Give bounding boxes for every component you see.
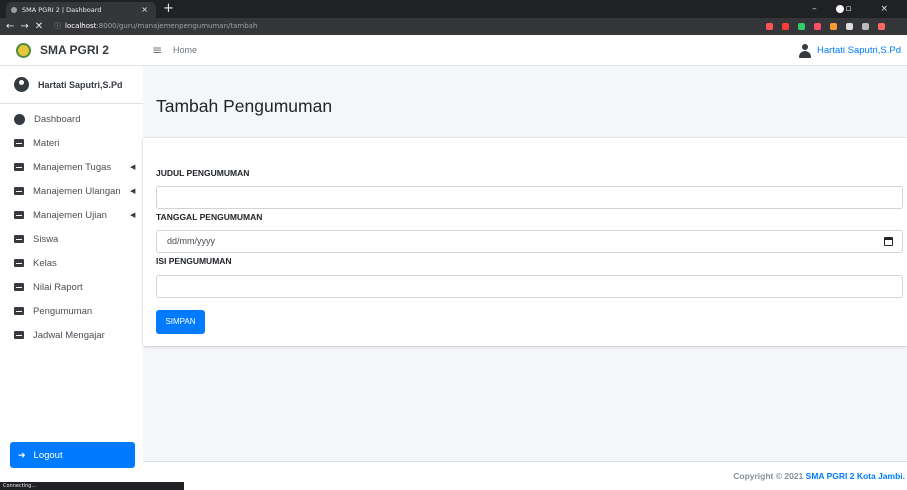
school-link[interactable]: SMA PGRI 2 Kota Jambi. <box>806 471 905 481</box>
sidebar-item-manajemen-tugas[interactable]: Manajemen Tugas ◀ <box>0 155 143 179</box>
browser-tab-strip: SMA PGRI 2 | Dashboard × + – ▫ × <box>0 0 907 18</box>
date-placeholder: dd/mm/yyyy <box>167 236 216 246</box>
form-card: JUDUL PENGUMUMAN TANGGAL PENGUMUMAN dd/m… <box>143 138 907 346</box>
isi-input[interactable] <box>156 275 903 298</box>
extension-icon[interactable] <box>798 23 805 30</box>
home-link[interactable]: Home <box>173 35 197 66</box>
chevron-left-icon: ◀ <box>130 212 136 219</box>
school-logo-icon <box>16 42 31 58</box>
sidebar-item-manajemen-ulangan[interactable]: Manajemen Ulangan ◀ <box>0 179 143 203</box>
top-navbar: ≡ Home Hartati Saputri,S.Pd <box>143 35 907 66</box>
brand-link[interactable]: SMA PGRI 2 <box>0 35 143 66</box>
footer: Copyright © 2021 SMA PGRI 2 Kota Jambi. <box>143 461 907 490</box>
sidebar-item-label: Manajemen Ujian <box>33 209 107 221</box>
site-info-icon[interactable]: ⓘ <box>54 22 61 30</box>
user-icon <box>799 43 812 58</box>
brand-text: SMA PGRI 2 <box>40 43 109 57</box>
sidebar-item-label: Manajemen Ulangan <box>33 185 121 197</box>
extension-icon[interactable] <box>814 23 821 30</box>
sidebar-item-label: Manajemen Tugas <box>33 161 112 173</box>
extension-icon[interactable] <box>878 23 885 30</box>
dashboard-icon <box>14 113 25 125</box>
book-icon <box>14 235 24 243</box>
book-icon <box>14 211 24 219</box>
sidebar-item-label: Kelas <box>33 257 57 269</box>
book-icon <box>14 163 24 171</box>
browser-status-bar: Connecting... <box>0 482 184 490</box>
extension-icon[interactable] <box>830 23 837 30</box>
copyright-prefix: Copyright © 2021 <box>733 471 806 481</box>
sidebar-item-label: Dashboard <box>34 113 81 125</box>
calendar-icon[interactable] <box>884 237 893 246</box>
book-icon <box>14 259 24 267</box>
browser-tab[interactable]: SMA PGRI 2 | Dashboard × <box>6 2 156 18</box>
sidebar-menu: Dashboard Materi Manajemen Tugas ◀ Manaj… <box>0 107 143 347</box>
book-icon <box>14 283 24 291</box>
judul-input[interactable] <box>156 186 903 209</box>
user-avatar-icon <box>14 77 29 92</box>
tanggal-label: TANGGAL PENGUMUMAN <box>156 212 263 222</box>
content-header: Tambah Pengumuman <box>143 66 907 128</box>
reading-list-icon[interactable] <box>862 23 869 30</box>
sidebar-item-jadwal-mengajar[interactable]: Jadwal Mengajar <box>0 323 143 347</box>
url-path: :8000/guru/manajemenpengumuman/tambah <box>96 22 258 30</box>
tanggal-date-input[interactable]: dd/mm/yyyy <box>156 230 903 253</box>
hamburger-menu-icon[interactable]: ≡ <box>152 43 162 57</box>
extensions-puzzle-icon[interactable] <box>846 23 853 30</box>
browser-nav-buttons[interactable]: ←→✕ <box>6 18 49 35</box>
logout-label: Logout <box>33 449 63 461</box>
sidebar-user-name: Hartati Saputri,S.Pd <box>38 79 123 90</box>
sidebar-item-nilai-raport[interactable]: Nilai Raport <box>0 275 143 299</box>
sidebar-item-materi[interactable]: Materi <box>0 131 143 155</box>
simpan-button[interactable]: SIMPAN <box>156 310 205 334</box>
address-bar[interactable]: ⓘ localhost:8000/guru/manajemenpengumuman… <box>54 19 554 33</box>
judul-label: JUDUL PENGUMUMAN <box>156 168 250 178</box>
copyright-text: Copyright © 2021 SMA PGRI 2 Kota Jambi. <box>733 471 905 481</box>
logout-button[interactable]: ➜ Logout <box>10 442 135 468</box>
navbar-user-menu[interactable]: Hartati Saputri,S.Pd <box>799 35 901 66</box>
sidebar-item-kelas[interactable]: Kelas <box>0 251 143 275</box>
sidebar-user-panel[interactable]: Hartati Saputri,S.Pd <box>0 66 143 104</box>
sidebar-item-label: Nilai Raport <box>33 281 83 293</box>
sidebar-item-dashboard[interactable]: Dashboard <box>0 107 143 131</box>
book-icon <box>14 139 24 147</box>
tab-close-icon[interactable]: × <box>141 2 148 18</box>
url-host: localhost <box>65 22 97 30</box>
sidebar: SMA PGRI 2 Hartati Saputri,S.Pd Dashboar… <box>0 35 143 490</box>
sidebar-item-label: Materi <box>33 137 60 149</box>
extension-icon[interactable] <box>782 23 789 30</box>
sidebar-item-label: Pengumuman <box>33 305 93 317</box>
chevron-left-icon: ◀ <box>130 164 136 171</box>
tab-favicon-icon <box>11 7 17 13</box>
sidebar-item-label: Jadwal Mengajar <box>33 329 105 341</box>
book-icon <box>14 187 24 195</box>
sidebar-item-label: Siswa <box>33 233 59 245</box>
new-tab-button[interactable]: + <box>163 0 174 18</box>
navbar-user-name: Hartati Saputri,S.Pd <box>817 45 901 56</box>
browser-toolbar: ←→✕ ⓘ localhost:8000/guru/manajemenpengum… <box>0 18 907 35</box>
tab-title: SMA PGRI 2 | Dashboard <box>22 6 102 14</box>
page-title: Tambah Pengumuman <box>156 96 333 116</box>
sign-out-icon: ➜ <box>18 449 26 460</box>
sidebar-item-siswa[interactable]: Siswa <box>0 227 143 251</box>
book-icon <box>14 307 24 315</box>
sidebar-item-pengumuman[interactable]: Pengumuman <box>0 299 143 323</box>
chevron-left-icon: ◀ <box>130 188 136 195</box>
extension-icon[interactable] <box>766 23 773 30</box>
book-icon <box>14 331 24 339</box>
isi-label: ISI PENGUMUMAN <box>156 256 232 266</box>
window-controls[interactable]: – ▫ × <box>812 0 901 18</box>
sidebar-item-manajemen-ujian[interactable]: Manajemen Ujian ◀ <box>0 203 143 227</box>
